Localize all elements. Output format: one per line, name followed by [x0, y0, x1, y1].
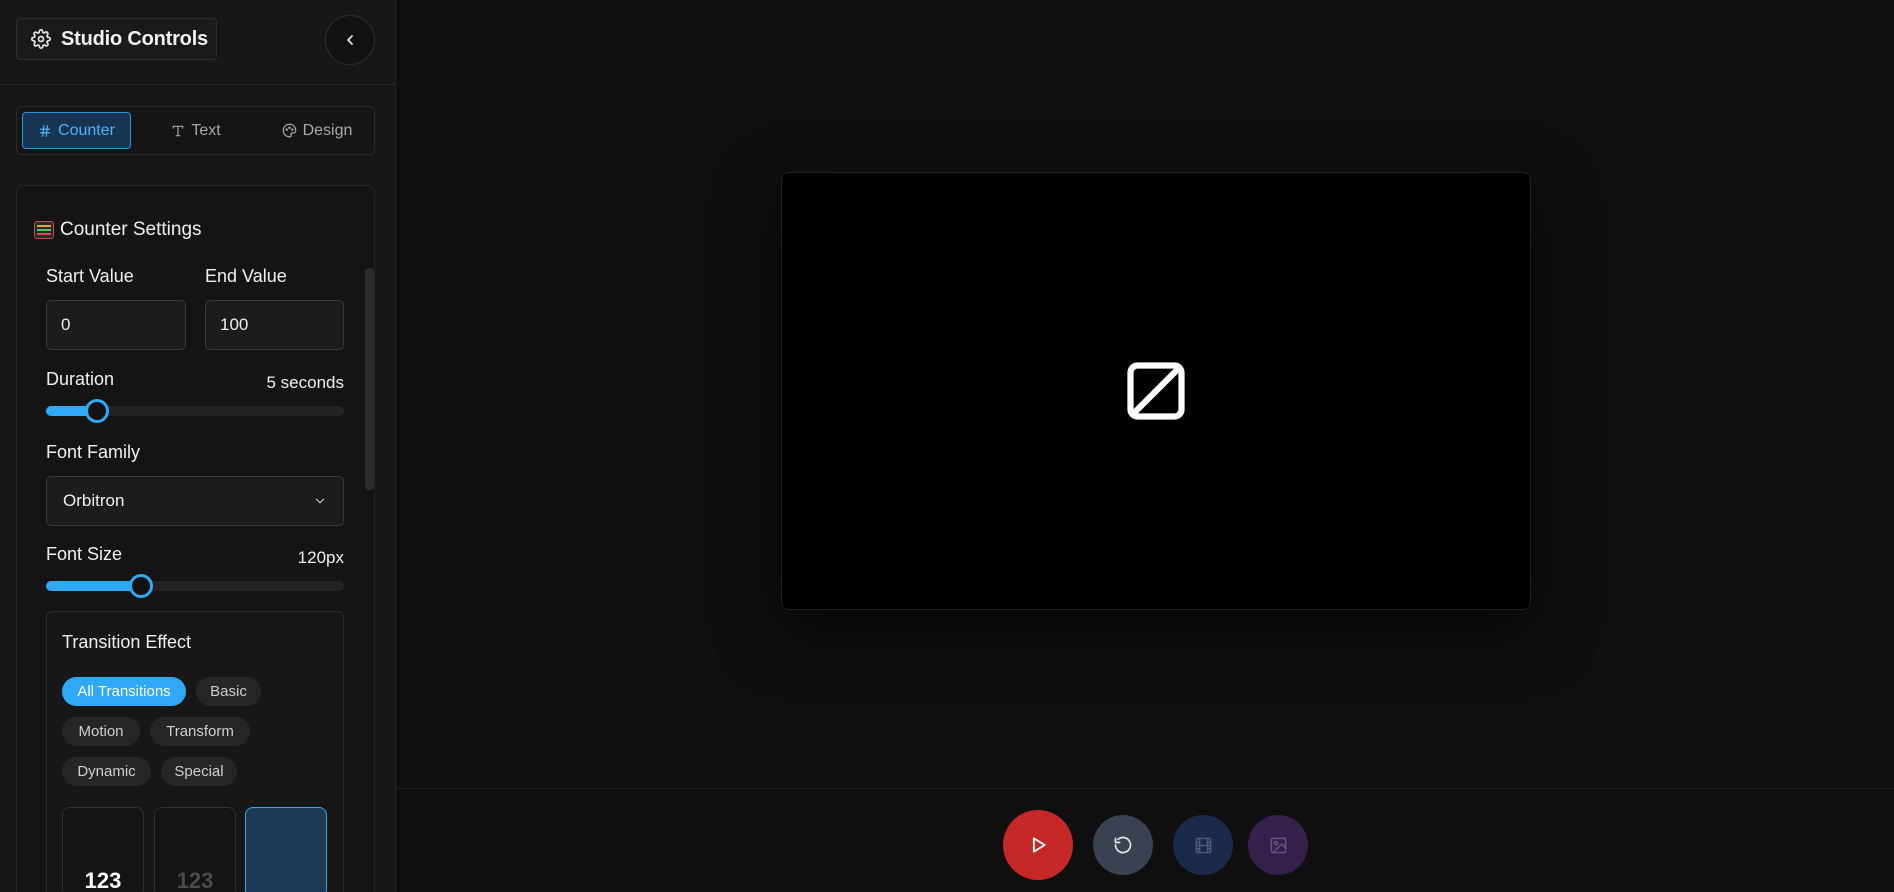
no-preview-icon [1127, 362, 1185, 420]
transition-card[interactable]: 123 [154, 807, 236, 892]
tab-text[interactable]: Text [147, 112, 245, 149]
film-icon [1195, 837, 1211, 853]
hash-icon [39, 124, 51, 137]
panel-scrollbar[interactable] [365, 268, 374, 490]
font-size-label: Font Size [46, 544, 123, 564]
text-icon [173, 125, 184, 136]
start-value-input[interactable]: 0 [46, 300, 186, 350]
filter-chip-motion[interactable]: Motion [62, 717, 140, 746]
font-size-value: 120px [297, 548, 344, 567]
play-button[interactable] [1003, 810, 1073, 880]
filter-chip-dynamic[interactable]: Dynamic [62, 757, 151, 786]
duration-slider-thumb[interactable] [84, 399, 109, 423]
duration-label: Duration [46, 369, 115, 389]
playback-toolbar [396, 788, 1894, 892]
play-icon [1032, 837, 1046, 853]
transition-effect-title: Transition Effect [62, 632, 192, 652]
filter-chip-transform[interactable]: Transform [150, 717, 250, 746]
font-size-slider[interactable] [46, 574, 344, 598]
transition-card[interactable]: 123 [62, 807, 144, 892]
duration-value: 5 seconds [266, 373, 345, 392]
filter-chip-special[interactable]: Special [161, 757, 237, 786]
sidebar-title: Studio Controls [61, 27, 208, 50]
sidebar: Studio Controls Counter Text Design Coun… [0, 0, 396, 892]
reset-icon [1114, 836, 1132, 854]
duration-slider[interactable] [46, 399, 344, 423]
tab-counter[interactable]: Counter [22, 112, 131, 149]
studio-controls-title: Studio Controls [16, 18, 217, 60]
transition-card-selected[interactable] [245, 807, 327, 892]
counter-settings-heading: Counter Settings [34, 219, 202, 241]
font-family-value: Orbitron [63, 491, 125, 510]
app: Studio Controls Counter Text Design Coun… [0, 0, 1894, 892]
chevron-left-icon [347, 35, 353, 45]
settings-tabs: Counter Text Design [16, 106, 375, 155]
gear-icon [31, 29, 51, 49]
end-value-input[interactable]: 100 [205, 300, 344, 350]
preview-canvas [781, 172, 1531, 610]
reset-button[interactable] [1093, 815, 1153, 875]
tab-text-label: Text [191, 121, 221, 139]
filter-chip-all[interactable]: All Transitions [62, 677, 186, 706]
export-video-button[interactable] [1173, 815, 1233, 875]
export-image-button[interactable] [1248, 815, 1308, 875]
abacus-icon [34, 221, 54, 239]
end-value-label: End Value [205, 266, 287, 286]
palette-icon [282, 123, 296, 138]
font-family-select[interactable]: Orbitron [46, 476, 344, 526]
start-value-label: Start Value [46, 266, 134, 286]
chevron-down-icon [315, 498, 325, 504]
tab-design-label: Design [302, 121, 353, 139]
filter-chip-basic[interactable]: Basic [196, 677, 261, 706]
collapse-sidebar-button[interactable] [325, 15, 375, 65]
tab-counter-label: Counter [58, 121, 115, 139]
sidebar-header: Studio Controls [0, 0, 395, 85]
font-size-slider-fill [46, 581, 142, 591]
counter-settings-title: Counter Settings [60, 219, 202, 240]
font-family-label: Font Family [46, 442, 141, 462]
tab-design[interactable]: Design [263, 112, 371, 149]
image-icon [1270, 837, 1286, 853]
